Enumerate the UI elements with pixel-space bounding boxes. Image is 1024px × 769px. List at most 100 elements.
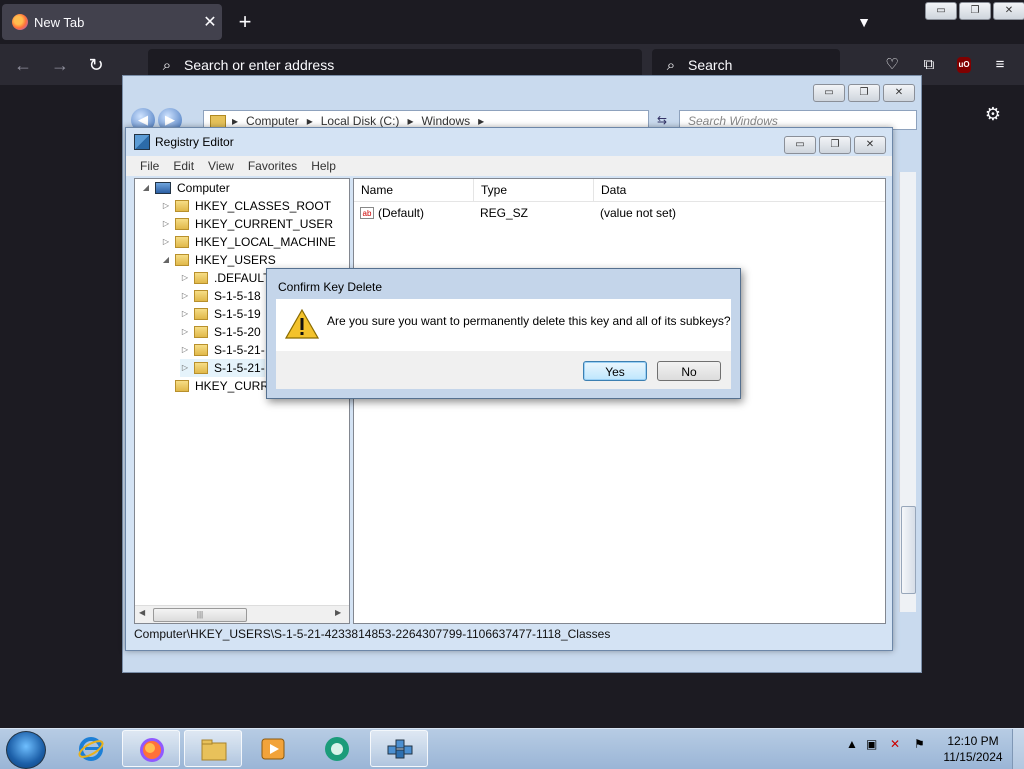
minimize-button[interactable]: ▭ xyxy=(784,136,816,154)
tree-item-hkcc[interactable]: HKEY_CURRE xyxy=(161,377,277,395)
folder-icon xyxy=(194,362,208,374)
list-header: Name Type Data xyxy=(354,179,885,202)
warning-icon xyxy=(285,309,319,339)
menu-bar: File Edit View Favorites Help xyxy=(126,156,892,176)
system-clock[interactable]: 12:10 PM 11/15/2024 xyxy=(938,733,1008,765)
tree-item-hklm[interactable]: ▷ HKEY_LOCAL_MACHINE xyxy=(161,233,336,251)
tree-item-s-1-5-21-classes-selected[interactable]: ▷ S-1-5-21- xyxy=(180,359,265,377)
gear-icon[interactable]: ⚙ xyxy=(982,104,1004,126)
restore-button[interactable]: ❐ xyxy=(959,2,991,20)
registry-editor-icon xyxy=(387,739,413,759)
folder-icon xyxy=(175,236,189,248)
reload-icon[interactable]: ↻ xyxy=(83,52,109,78)
green-app-icon xyxy=(325,737,349,761)
expand-icon[interactable]: ▷ xyxy=(180,287,190,305)
expand-icon[interactable]: ▷ xyxy=(180,359,190,377)
firefox-icon xyxy=(12,14,28,30)
tree-item-s-1-5-18[interactable]: ▷ S-1-5-18 xyxy=(180,287,261,305)
show-desktop-button[interactable] xyxy=(1012,729,1024,769)
menu-favorites[interactable]: Favorites xyxy=(248,159,297,173)
list-item[interactable]: ab (Default) REG_SZ (value not set) xyxy=(354,203,885,223)
folder-open-icon xyxy=(175,254,189,266)
pocket-icon[interactable]: ♡ xyxy=(881,54,903,76)
menu-hamburger-icon[interactable]: ≡ xyxy=(989,54,1011,76)
explorer-window-controls: ▭ ❐ ✕ xyxy=(813,84,915,102)
registry-editor-title: Registry Editor xyxy=(155,135,234,149)
forward-arrow-icon[interactable]: → xyxy=(47,52,73,78)
registry-values-list[interactable]: Name Type Data ab (Default) REG_SZ (valu… xyxy=(353,178,886,624)
explorer-vertical-scrollbar[interactable] xyxy=(899,172,916,612)
taskbar-firefox[interactable] xyxy=(122,730,180,767)
taskbar-registry-editor[interactable] xyxy=(370,730,428,767)
expand-icon[interactable]: ▷ xyxy=(180,323,190,341)
tab-new-tab[interactable]: New Tab ✕ xyxy=(2,4,222,40)
restore-button[interactable]: ❐ xyxy=(848,84,880,102)
taskbar-app-green[interactable] xyxy=(308,730,366,767)
folder-icon xyxy=(210,114,226,128)
tree-item-s-1-5-19[interactable]: ▷ S-1-5-19 xyxy=(180,305,261,323)
start-button[interactable] xyxy=(6,731,46,769)
network-icon[interactable]: ▣ xyxy=(866,737,877,751)
tree-horizontal-scrollbar[interactable]: ◀ ||| ▶ xyxy=(135,605,349,623)
close-button[interactable]: ✕ xyxy=(993,2,1024,20)
tree-item-hkcr[interactable]: ▷ HKEY_CLASSES_ROOT xyxy=(161,197,331,215)
value-data: (value not set) xyxy=(600,206,677,220)
expand-icon[interactable]: ▷ xyxy=(180,305,190,323)
value-type: REG_SZ xyxy=(480,206,529,220)
close-button[interactable]: ✕ xyxy=(883,84,915,102)
close-button[interactable]: ✕ xyxy=(854,136,886,154)
tree-item-hkcu[interactable]: ▷ HKEY_CURRENT_USER xyxy=(161,215,333,233)
string-value-icon: ab xyxy=(360,207,374,219)
new-tab-button[interactable]: + xyxy=(232,8,258,36)
column-header-type[interactable]: Type xyxy=(474,179,594,201)
column-header-data[interactable]: Data xyxy=(594,179,885,201)
back-arrow-icon[interactable]: ← xyxy=(10,52,36,78)
close-tab-icon[interactable]: ✕ xyxy=(198,12,222,32)
tree-item-s-1-5-21-a[interactable]: ▷ S-1-5-21- xyxy=(180,341,265,359)
status-bar: Computer\HKEY_USERS\S-1-5-21-4233814853-… xyxy=(134,627,611,641)
scrollbar-thumb[interactable] xyxy=(901,506,916,594)
ublock-origin-icon[interactable]: uO xyxy=(957,57,971,73)
scroll-right-icon[interactable]: ▶ xyxy=(335,608,341,617)
folder-icon xyxy=(201,739,227,761)
dialog-footer: Yes No xyxy=(276,351,731,389)
menu-help[interactable]: Help xyxy=(311,159,336,173)
folder-icon xyxy=(194,344,208,356)
tree-item-hku[interactable]: ◢ HKEY_USERS xyxy=(161,251,276,269)
volume-muted-icon[interactable]: ✕ xyxy=(890,737,900,751)
action-center-flag-icon[interactable]: ⚑ xyxy=(914,737,925,751)
restore-button[interactable]: ❐ xyxy=(819,136,851,154)
tree-item-default[interactable]: ▷ .DEFAULT xyxy=(180,269,271,287)
menu-file[interactable]: File xyxy=(140,159,159,173)
menu-edit[interactable]: Edit xyxy=(173,159,194,173)
menu-view[interactable]: View xyxy=(208,159,234,173)
search-icon: ⌕ xyxy=(666,56,676,74)
list-all-tabs-chevron-icon[interactable]: ▼ xyxy=(852,10,876,34)
scroll-left-icon[interactable]: ◀ xyxy=(139,608,145,617)
column-header-name[interactable]: Name xyxy=(354,179,474,201)
scrollbar-thumb[interactable]: ||| xyxy=(153,608,247,622)
extensions-icon[interactable]: ⧉ xyxy=(918,54,940,76)
taskbar-internet-explorer[interactable] xyxy=(62,730,120,767)
tree-item-computer[interactable]: ◢ Computer xyxy=(141,179,230,197)
tree-item-s-1-5-20[interactable]: ▷ S-1-5-20 xyxy=(180,323,261,341)
expand-icon[interactable]: ▷ xyxy=(161,215,171,233)
folder-icon xyxy=(194,308,208,320)
collapse-icon[interactable]: ◢ xyxy=(141,179,151,197)
expand-icon[interactable]: ▷ xyxy=(161,197,171,215)
minimize-button[interactable]: ▭ xyxy=(925,2,957,20)
confirm-key-delete-dialog: Confirm Key Delete Are you sure you want… xyxy=(266,268,741,399)
show-hidden-icons-icon[interactable]: ▲ xyxy=(846,737,858,751)
expand-icon[interactable]: ▷ xyxy=(180,341,190,359)
registry-tree[interactable]: ◢ Computer ▷ HKEY_CLASSES_ROOT ▷ HKEY_CU… xyxy=(134,178,350,624)
taskbar-media-player[interactable] xyxy=(244,730,302,767)
taskbar-file-explorer[interactable] xyxy=(184,730,242,767)
yes-button[interactable]: Yes xyxy=(583,361,647,381)
collapse-icon[interactable]: ◢ xyxy=(161,251,171,269)
minimize-button[interactable]: ▭ xyxy=(813,84,845,102)
firefox-tab-strip: New Tab ✕ + ▼ ▭ ❐ ✕ xyxy=(0,0,1024,44)
expand-icon[interactable]: ▷ xyxy=(161,233,171,251)
no-button[interactable]: No xyxy=(657,361,721,381)
expand-icon[interactable]: ▷ xyxy=(180,269,190,287)
value-name: (Default) xyxy=(378,206,425,220)
